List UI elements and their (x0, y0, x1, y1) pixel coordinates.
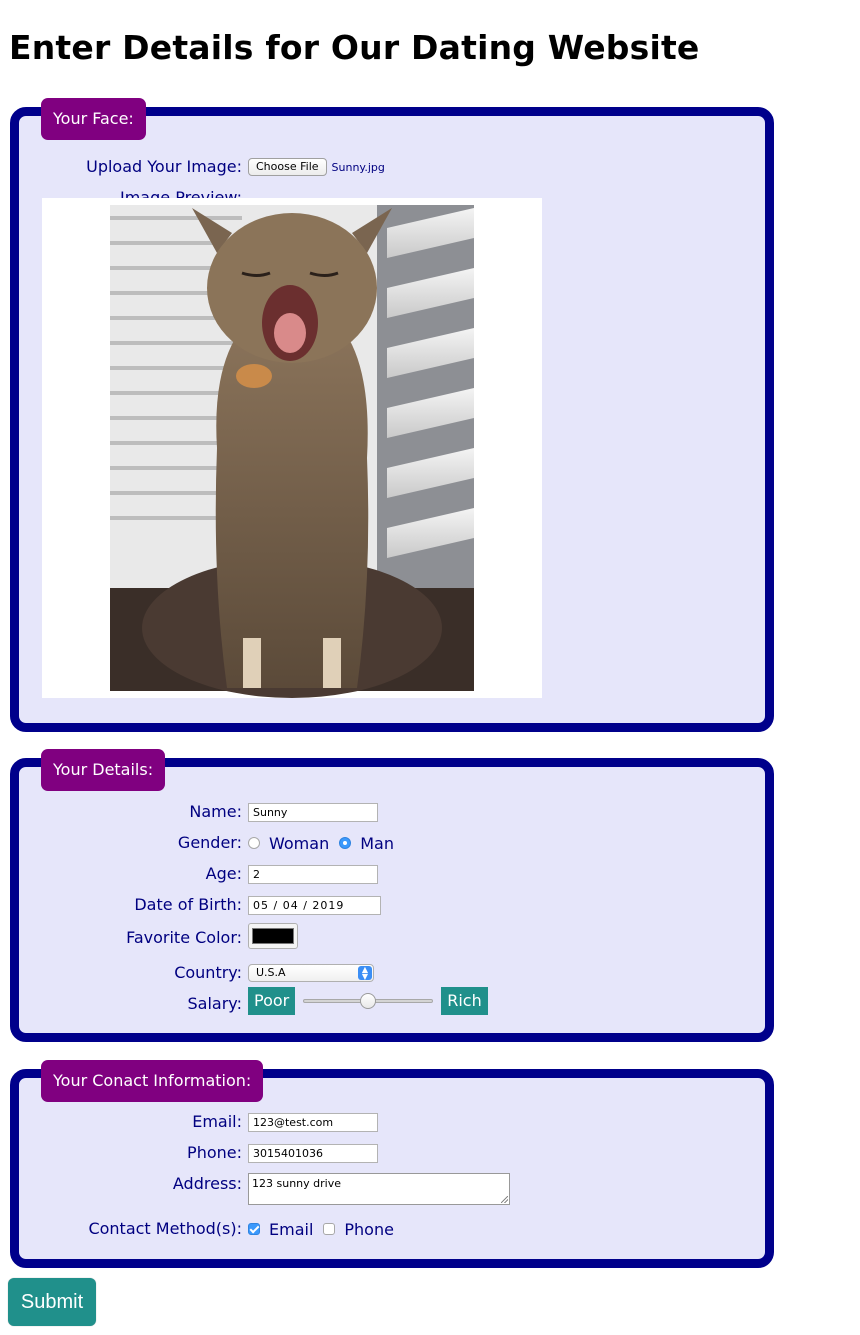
contact-phone-checkbox[interactable] (323, 1223, 336, 1235)
phone-input[interactable]: 3015401036 (248, 1143, 378, 1163)
dob-input[interactable]: 05 / 04 / 2019 (248, 895, 381, 915)
contact-phone-option: Phone (344, 1219, 394, 1239)
gender-label: Gender: (177, 833, 242, 852)
gender-woman-label: Woman (269, 833, 330, 853)
gender-man-label: Man (360, 833, 394, 853)
resize-grip-icon[interactable] (501, 1196, 508, 1203)
address-value: 123 sunny drive (252, 1177, 341, 1190)
name-input[interactable]: Sunny (248, 802, 378, 822)
face-legend: Your Face: (41, 98, 146, 140)
contact-email-checkbox[interactable] (248, 1223, 260, 1235)
dob-label: Date of Birth: (134, 895, 242, 914)
contact-method-label: Contact Method(s): (88, 1219, 242, 1238)
name-label: Name: (189, 802, 242, 821)
salary-slider-thumb[interactable] (360, 993, 377, 1009)
age-label: Age: (205, 864, 242, 883)
country-select[interactable]: U.S.A ▲ ▼ (248, 964, 374, 982)
page-title: Enter Details for Our Dating Website (9, 28, 700, 67)
email-input[interactable]: 123@test.com (248, 1112, 378, 1132)
favorite-color-picker[interactable] (248, 923, 298, 949)
address-textarea[interactable]: 123 sunny drive (248, 1173, 510, 1205)
contact-fieldset: Your Conact Information: Email: 123@test… (10, 1060, 774, 1268)
upload-image-label: Upload Your Image: (86, 157, 242, 176)
salary-poor-label: Poor (248, 987, 296, 1015)
age-input[interactable]: 2 (248, 864, 378, 884)
choose-file-button[interactable]: Choose File (248, 158, 327, 176)
address-label: Address: (172, 1174, 242, 1193)
contact-email-option: Email (269, 1219, 314, 1239)
salary-slider[interactable] (303, 987, 434, 1015)
email-label: Email: (192, 1112, 242, 1131)
cat-photo (110, 205, 474, 698)
submit-button[interactable]: Submit (8, 1278, 96, 1326)
country-label: Country: (174, 963, 242, 982)
contact-legend: Your Conact Information: (41, 1060, 264, 1102)
country-selected-value: U.S.A (256, 966, 286, 979)
phone-label: Phone: (187, 1143, 242, 1162)
face-fieldset: Your Face: Upload Your Image: Choose Fil… (10, 98, 774, 732)
salary-label: Salary: (187, 994, 242, 1013)
details-legend: Your Details: (41, 749, 166, 791)
salary-rich-label: Rich (441, 987, 488, 1015)
favorite-color-label: Favorite Color: (126, 928, 242, 947)
details-fieldset: Your Details: Name: Sunny Gender: Woman … (10, 749, 774, 1042)
image-preview (42, 198, 542, 698)
select-arrows-icon: ▲ ▼ (358, 966, 372, 981)
gender-man-radio[interactable] (339, 837, 352, 849)
selected-file-name: Sunny.jpg (331, 160, 385, 174)
gender-woman-radio[interactable] (248, 837, 260, 849)
